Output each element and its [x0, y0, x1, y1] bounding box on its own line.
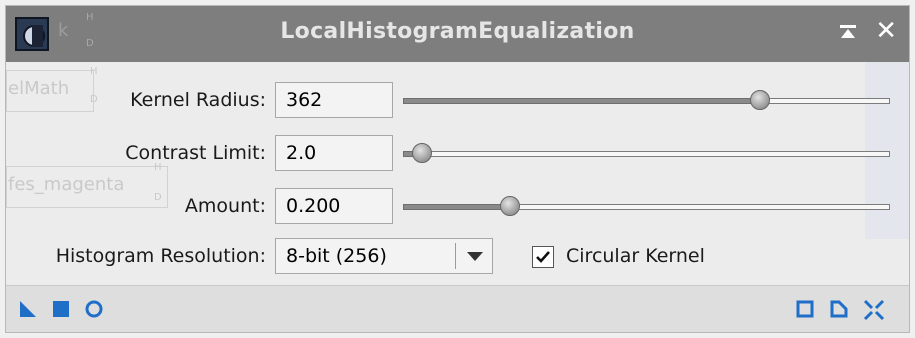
slider-knob[interactable] [749, 90, 770, 110]
reset-document-icon[interactable] [829, 299, 849, 319]
ghost-item-3: fes_magenta [8, 174, 125, 195]
apply-global-square-icon[interactable] [51, 299, 71, 319]
collapse-arrows-icon[interactable] [863, 299, 885, 321]
kernel-radius-input[interactable]: 362 [275, 82, 393, 118]
slider-fill [403, 204, 511, 210]
histogram-resolution-label: Histogram Resolution: [55, 245, 266, 267]
window-title: LocalHistogramEqualization [280, 19, 635, 44]
real-time-preview-circle-icon[interactable] [84, 299, 104, 319]
amount-label: Amount: [184, 195, 266, 217]
slider-track [403, 151, 890, 157]
circular-kernel-label: Circular Kernel [566, 245, 705, 267]
histogram-resolution-value: 8-bit (256) [286, 245, 387, 267]
kernel-radius-slider[interactable] [403, 90, 890, 110]
browse-docs-square-icon[interactable] [795, 299, 815, 319]
bottom-toolbar [6, 285, 909, 332]
slider-knob[interactable] [500, 196, 521, 216]
checkmark-icon [536, 251, 550, 263]
slider-knob[interactable] [412, 143, 433, 163]
title-bar[interactable]: k H D LocalHistogramEqualization ✕ [6, 6, 909, 62]
process-window: k H D LocalHistogramEqualization ✕ elMat… [5, 5, 910, 333]
shade-icon[interactable] [837, 22, 859, 44]
chevron-down-icon[interactable] [467, 252, 483, 261]
combo-separator [455, 243, 456, 269]
close-icon[interactable]: ✕ [875, 18, 897, 44]
amount-input[interactable]: 0.200 [275, 188, 393, 224]
ghost-item-2: elMath [8, 78, 70, 99]
new-instance-triangle-icon[interactable] [18, 299, 38, 319]
slider-fill [403, 98, 760, 104]
ghost-marker-d2: D [90, 94, 98, 105]
kernel-radius-label: Kernel Radius: [130, 89, 266, 111]
circular-kernel-checkbox[interactable] [532, 246, 554, 268]
contrast-limit-slider[interactable] [403, 143, 890, 163]
contrast-limit-input[interactable]: 2.0 [275, 135, 393, 171]
amount-slider[interactable] [403, 196, 890, 216]
ghost-marker-h2: H [90, 66, 98, 77]
contrast-limit-label: Contrast Limit: [125, 142, 266, 164]
histogram-resolution-select[interactable]: 8-bit (256) [275, 238, 493, 274]
